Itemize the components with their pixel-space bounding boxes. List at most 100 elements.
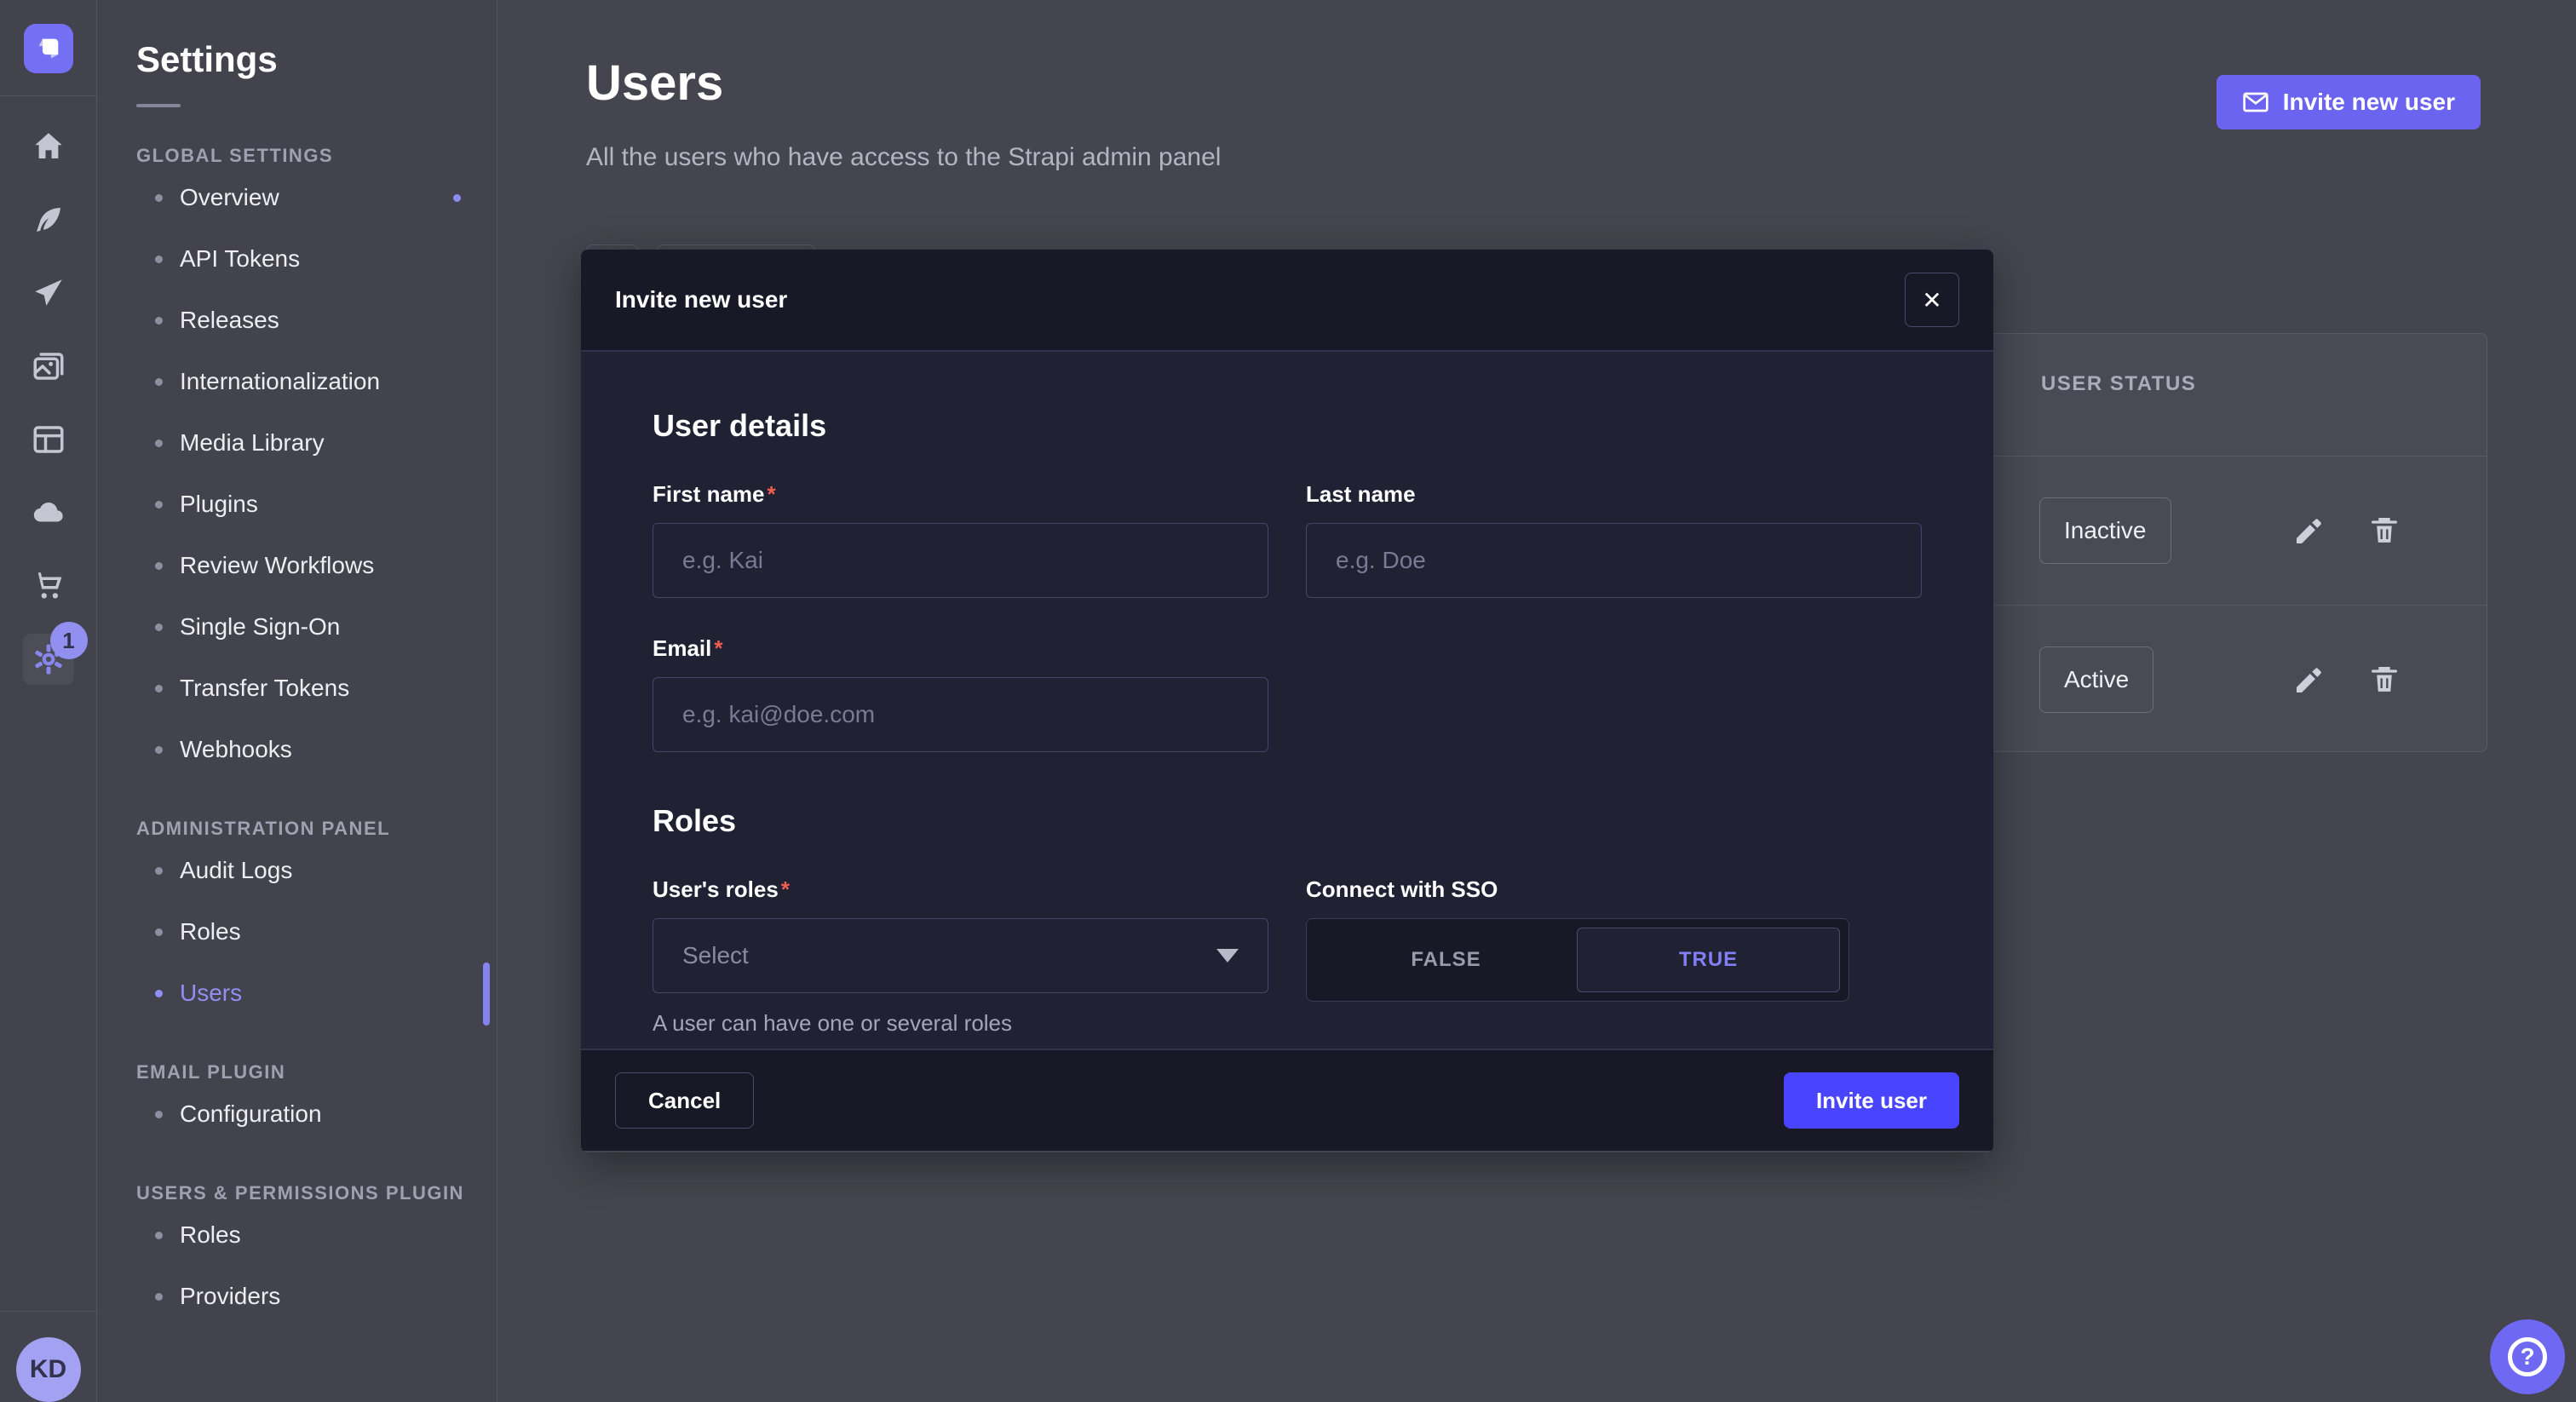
section-users-permissions-plugin: USERS & PERMISSIONS PLUGIN xyxy=(136,1182,497,1204)
deploy-nav[interactable] xyxy=(23,267,74,319)
cancel-button[interactable]: Cancel xyxy=(615,1072,754,1129)
delete-icon[interactable] xyxy=(2367,663,2401,697)
sso-label: Connect with SSO xyxy=(1306,876,1922,903)
rail-divider xyxy=(0,95,96,96)
layout-icon xyxy=(31,422,66,457)
first-name-field-group: First name* xyxy=(653,481,1268,598)
required-asterisk: * xyxy=(768,481,776,507)
sidebar-item-plugins[interactable]: Plugins xyxy=(136,474,497,535)
sidebar-title-underline xyxy=(136,104,181,107)
bullet-icon xyxy=(155,1111,163,1118)
bullet-icon xyxy=(155,867,163,875)
user-details-heading: User details xyxy=(653,408,1922,444)
sidebar-item-up-roles[interactable]: Roles xyxy=(136,1204,497,1266)
settings-nav[interactable]: 1 xyxy=(23,634,74,685)
sidebar-item-users[interactable]: Users xyxy=(136,962,497,1024)
modal-body: User details First name* Last name Email… xyxy=(581,352,1993,1049)
sidebar-item-overview[interactable]: Overview xyxy=(136,167,497,228)
roles-heading: Roles xyxy=(653,803,1922,839)
email-input[interactable] xyxy=(653,677,1268,752)
page-title: Users xyxy=(586,55,723,112)
sidebar-item-transfer-tokens[interactable]: Transfer Tokens xyxy=(136,658,497,719)
sso-toggle: FALSE TRUE xyxy=(1306,918,1849,1002)
sidebar-item-media-library[interactable]: Media Library xyxy=(136,412,497,474)
media-library-nav[interactable] xyxy=(23,341,74,392)
last-name-field-group: Last name xyxy=(1306,481,1922,598)
table-row: Active xyxy=(2039,605,2487,754)
modal-title: Invite new user xyxy=(615,286,787,313)
section-email-plugin: EMAIL PLUGIN xyxy=(136,1061,497,1083)
rail-bottom-divider xyxy=(0,1311,96,1312)
required-asterisk: * xyxy=(714,635,722,661)
edit-icon[interactable] xyxy=(2292,663,2326,697)
images-icon xyxy=(31,348,66,384)
sidebar-item-providers[interactable]: Providers xyxy=(136,1266,497,1327)
sidebar-item-configuration[interactable]: Configuration xyxy=(136,1083,497,1145)
invite-new-user-button[interactable]: Invite new user xyxy=(2217,75,2481,129)
users-roles-field-group: User's roles* Select A user can have one… xyxy=(653,876,1268,1037)
bullet-icon xyxy=(155,440,163,447)
invite-user-submit-button[interactable]: Invite user xyxy=(1784,1072,1959,1129)
sidebar-item-webhooks[interactable]: Webhooks xyxy=(136,719,497,780)
modal-header: Invite new user ✕ xyxy=(581,250,1993,352)
bullet-icon xyxy=(155,746,163,754)
sidebar-item-review-workflows[interactable]: Review Workflows xyxy=(136,535,497,596)
sidebar-item-admin-roles[interactable]: Roles xyxy=(136,901,497,962)
user-avatar[interactable]: KD xyxy=(16,1337,81,1402)
paper-plane-icon xyxy=(31,275,66,311)
chevron-down-icon xyxy=(1216,949,1239,962)
bullet-icon xyxy=(155,562,163,570)
bullet-icon xyxy=(155,194,163,202)
help-button[interactable]: ? xyxy=(2490,1319,2565,1394)
bullet-icon xyxy=(155,623,163,631)
sso-true-option[interactable]: TRUE xyxy=(1577,928,1840,992)
page-subtitle: All the users who have access to the Str… xyxy=(586,143,1221,172)
bullet-icon xyxy=(155,501,163,509)
sidebar-item-internationalization[interactable]: Internationalization xyxy=(136,351,497,412)
settings-notification-badge: 1 xyxy=(50,622,88,659)
roles-hint: A user can have one or several roles xyxy=(653,1010,1268,1037)
active-item-indicator xyxy=(483,962,490,1026)
sidebar-item-api-tokens[interactable]: API Tokens xyxy=(136,228,497,290)
content-type-builder-nav[interactable] xyxy=(23,414,74,465)
users-roles-select[interactable]: Select xyxy=(653,918,1268,993)
bullet-icon xyxy=(155,256,163,263)
required-asterisk: * xyxy=(781,876,790,902)
icon-rail: 1 KD xyxy=(0,0,97,1402)
bullet-icon xyxy=(155,317,163,325)
content-manager-nav[interactable] xyxy=(23,194,74,245)
cloud-nav[interactable] xyxy=(23,487,74,538)
column-header-user-status: USER STATUS xyxy=(2041,372,2196,396)
envelope-icon xyxy=(2242,89,2269,116)
sso-field-group: Connect with SSO FALSE TRUE xyxy=(1306,876,1922,1037)
bullet-icon xyxy=(155,990,163,997)
section-global-settings: GLOBAL SETTINGS xyxy=(136,145,497,167)
edit-icon[interactable] xyxy=(2292,514,2326,548)
sso-false-option[interactable]: FALSE xyxy=(1315,928,1577,992)
sidebar-item-audit-logs[interactable]: Audit Logs xyxy=(136,840,497,901)
shopping-cart-icon xyxy=(31,568,66,604)
table-row: Inactive xyxy=(2039,456,2487,605)
home-icon xyxy=(31,129,66,164)
sidebar-item-single-sign-on[interactable]: Single Sign-On xyxy=(136,596,497,658)
bullet-icon xyxy=(155,1232,163,1239)
overview-notification-dot xyxy=(453,194,461,202)
invite-new-user-modal: Invite new user ✕ User details First nam… xyxy=(581,250,1993,1152)
first-name-input[interactable] xyxy=(653,523,1268,598)
strapi-logo-icon xyxy=(34,34,63,63)
section-administration-panel: ADMINISTRATION PANEL xyxy=(136,818,497,840)
cloud-icon xyxy=(31,495,66,531)
settings-sidebar: Settings GLOBAL SETTINGS Overview API To… xyxy=(97,0,497,1402)
marketplace-nav[interactable] xyxy=(23,560,74,612)
last-name-input[interactable] xyxy=(1306,523,1922,598)
bullet-icon xyxy=(155,1293,163,1301)
sidebar-title: Settings xyxy=(136,39,497,80)
close-button[interactable]: ✕ xyxy=(1905,273,1959,327)
email-label: Email* xyxy=(653,635,1268,662)
delete-icon[interactable] xyxy=(2367,514,2401,548)
home-nav[interactable] xyxy=(23,121,74,172)
sidebar-item-releases[interactable]: Releases xyxy=(136,290,497,351)
strapi-logo[interactable] xyxy=(24,24,73,73)
close-icon: ✕ xyxy=(1922,286,1941,314)
first-name-label: First name* xyxy=(653,481,1268,508)
